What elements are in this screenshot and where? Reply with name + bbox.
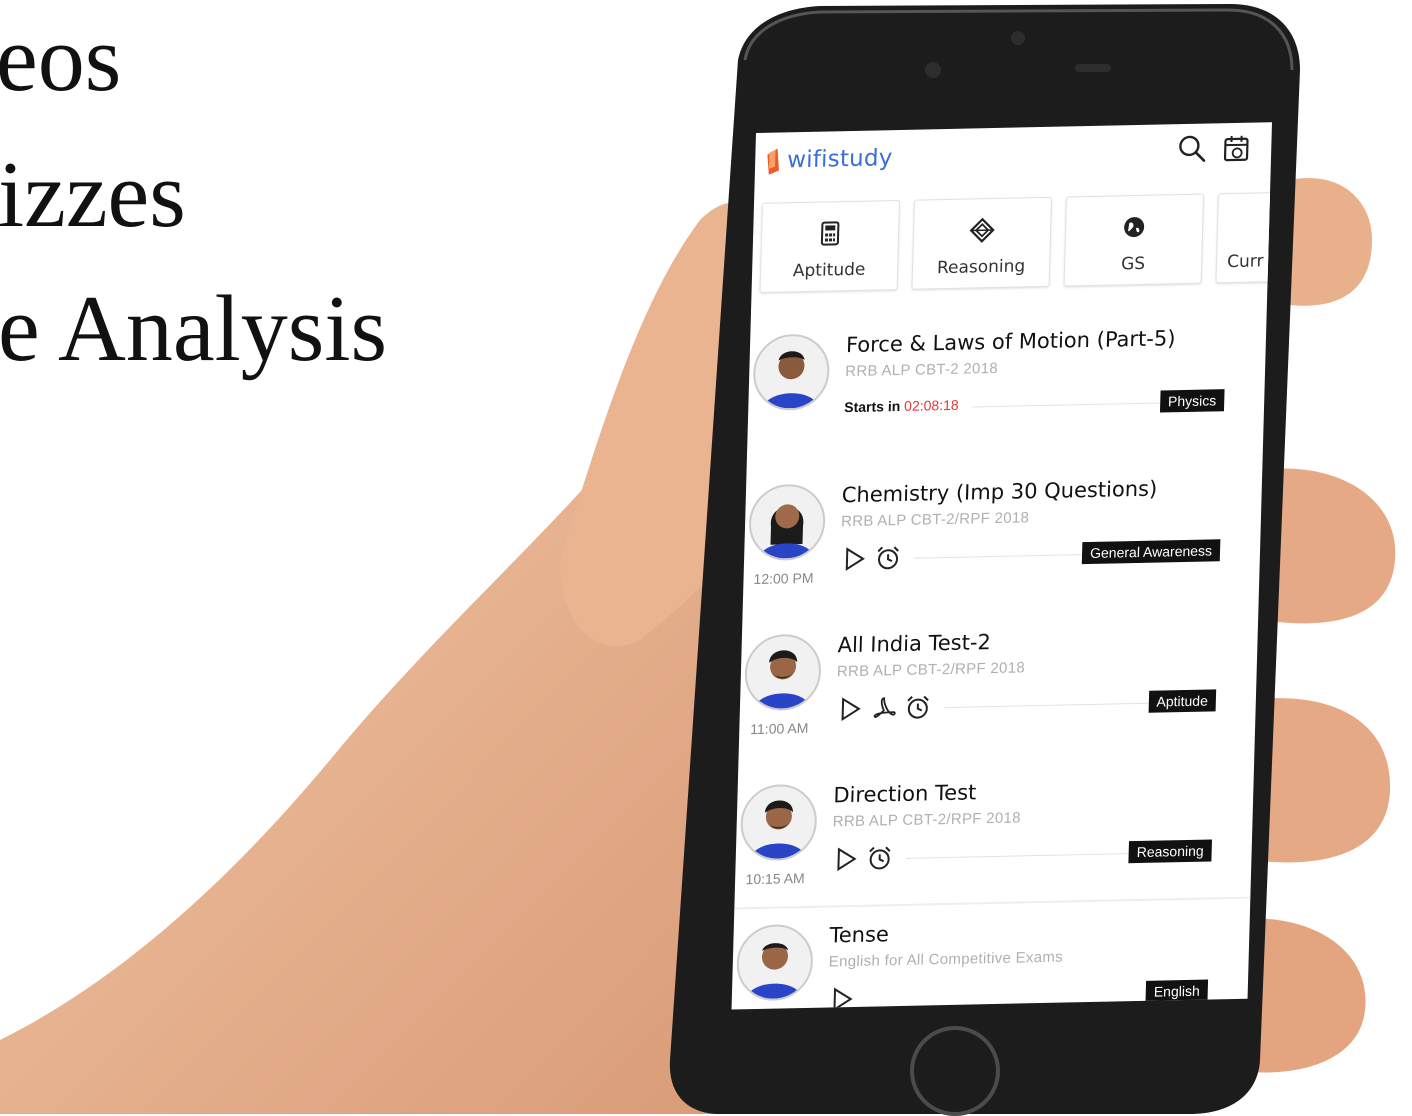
- class-subtitle: English for All Competitive Exams: [829, 949, 1064, 971]
- countdown-timer: 02:08:18: [904, 397, 959, 414]
- starts-label: Starts in: [844, 398, 900, 415]
- avatar: [752, 333, 830, 411]
- subject-tag: Reasoning: [1128, 839, 1212, 863]
- cube-icon: [969, 217, 996, 244]
- class-actions: [831, 842, 894, 875]
- divider-line: [906, 853, 1136, 859]
- class-subtitle: RRB ALP CBT-2/RPF 2018: [841, 509, 1030, 530]
- class-time: 10:15 AM: [735, 870, 815, 888]
- category-current[interactable]: Curr: [1216, 190, 1272, 283]
- play-icon[interactable]: [840, 545, 869, 574]
- brand-name: wifistudy: [787, 145, 893, 173]
- play-icon[interactable]: [827, 985, 856, 1010]
- class-actions: [835, 691, 932, 725]
- phone-screen: wifistudy Aptitude: [732, 122, 1272, 1009]
- class-subtitle: RRB ALP CBT-2/RPF 2018: [837, 659, 1026, 680]
- class-title: All India Test-2: [837, 630, 991, 657]
- list-item[interactable]: 11:00 AM All India Test-2 RRB ALP CBT-2/…: [738, 612, 1258, 773]
- class-time: 12:00 PM: [743, 570, 823, 588]
- globe-icon: [1121, 214, 1148, 241]
- avatar: [748, 484, 826, 562]
- app-logo[interactable]: wifistudy: [765, 144, 893, 175]
- calendar-icon[interactable]: [1221, 133, 1252, 164]
- divider-line: [944, 703, 1154, 708]
- class-list: Force & Laws of Motion (Part-5) RRB ALP …: [751, 312, 1267, 323]
- starts-in-text: Starts in 02:08:18: [844, 397, 959, 415]
- wifistudy-logo-icon: [765, 146, 782, 174]
- app-header: wifistudy: [754, 122, 1272, 191]
- class-actions: [840, 542, 903, 575]
- category-reasoning[interactable]: Reasoning: [912, 197, 1053, 290]
- list-item[interactable]: 12:00 PM Chemistry (Imp 30 Questions) RR…: [742, 462, 1262, 623]
- subject-tag: English: [1146, 980, 1209, 1003]
- avatar: [740, 784, 818, 862]
- alarm-icon[interactable]: [865, 844, 894, 873]
- category-label: Aptitude: [761, 259, 898, 282]
- play-icon[interactable]: [835, 695, 864, 724]
- category-label: GS: [1065, 253, 1202, 276]
- class-subtitle: RRB ALP CBT-2 2018: [845, 360, 998, 380]
- category-aptitude[interactable]: Aptitude: [760, 200, 901, 293]
- play-icon[interactable]: [831, 845, 860, 874]
- alarm-icon[interactable]: [874, 544, 903, 573]
- subject-tag: Aptitude: [1148, 689, 1216, 712]
- category-tabs: Aptitude Reasoning GS Curr: [759, 192, 1272, 295]
- class-title: Chemistry (Imp 30 Questions): [841, 477, 1157, 508]
- subject-tag: General Awareness: [1082, 539, 1221, 564]
- pdf-icon[interactable]: [869, 694, 898, 723]
- category-label: Reasoning: [913, 256, 1050, 279]
- class-time: 11:00 AM: [739, 720, 819, 738]
- list-item[interactable]: Tense English for All Competitive Exams …: [732, 903, 1251, 1010]
- search-icon[interactable]: [1177, 134, 1208, 165]
- subject-tag: Physics: [1160, 389, 1225, 412]
- avatar: [736, 924, 814, 1002]
- alarm-icon[interactable]: [903, 693, 932, 722]
- category-label: Curr: [1227, 249, 1272, 272]
- class-actions: [827, 983, 856, 1010]
- class-title: Direction Test: [833, 780, 977, 807]
- class-title: Force & Laws of Motion (Part-5): [846, 326, 1176, 357]
- divider-line: [914, 554, 1094, 559]
- divider-line: [972, 402, 1162, 407]
- calculator-icon: [817, 220, 844, 247]
- class-title: Tense: [829, 922, 889, 947]
- home-button[interactable]: [910, 1026, 1000, 1116]
- category-gs[interactable]: GS: [1064, 194, 1205, 287]
- avatar: [744, 634, 822, 712]
- class-subtitle: RRB ALP CBT-2/RPF 2018: [832, 809, 1021, 830]
- list-item[interactable]: Force & Laws of Motion (Part-5) RRB ALP …: [747, 312, 1267, 473]
